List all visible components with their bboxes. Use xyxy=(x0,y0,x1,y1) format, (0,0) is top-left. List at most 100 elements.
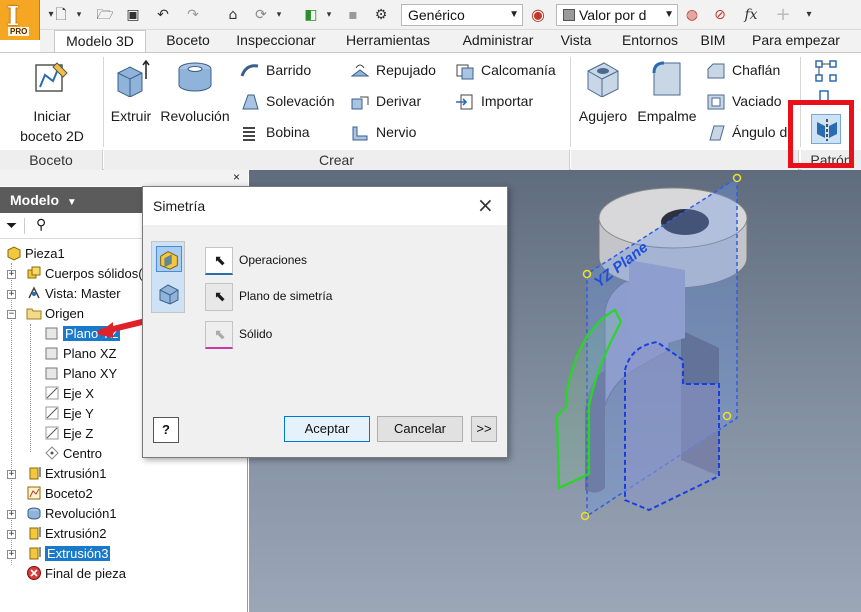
dialog-close-icon[interactable]: × xyxy=(477,193,494,217)
home-icon[interactable]: ⌂ xyxy=(224,6,242,24)
tab-herramientas[interactable]: Herramientas xyxy=(338,30,438,52)
tree-item-end-of-part[interactable]: Final de pieza xyxy=(26,564,126,584)
update-dropdown-icon[interactable]: ▾ xyxy=(270,6,288,24)
app-logo[interactable]: I PRO xyxy=(0,0,40,40)
tree-item-solid-bodies[interactable]: Cuerpos sólidos( xyxy=(26,264,143,284)
expand-icon[interactable]: + xyxy=(7,270,16,279)
fx-parameters-icon[interactable]: fx xyxy=(742,6,760,24)
import-button[interactable]: Importar xyxy=(455,90,533,112)
rectangular-pattern-icon[interactable] xyxy=(814,59,838,83)
settings-gear-icon[interactable]: ⚙ xyxy=(372,6,390,24)
tree-item-revolution-1[interactable]: Revolución1 xyxy=(26,504,117,524)
browser-close-icon[interactable]: × xyxy=(233,171,240,183)
emboss-button[interactable]: Repujado xyxy=(350,59,436,81)
customize-qat-icon[interactable]: ▾ xyxy=(800,6,818,24)
tab-bim[interactable]: BIM xyxy=(696,30,730,52)
shell-icon xyxy=(707,94,725,110)
tab-administrar[interactable]: Administrar xyxy=(452,30,544,52)
new-file-icon[interactable]: 🗋 xyxy=(52,6,70,24)
more-options-button[interactable]: >> xyxy=(471,416,497,442)
sketch-tools-icon[interactable]: ▪ xyxy=(344,6,362,24)
draft-button[interactable]: Ángulo d xyxy=(706,121,787,143)
coil-button[interactable]: Bobina xyxy=(240,121,310,143)
sweep-button[interactable]: Barrido xyxy=(240,59,311,81)
tree-item-plane-xy[interactable]: Plano XY xyxy=(44,364,117,384)
tree-item-part[interactable]: Pieza1 xyxy=(6,244,65,264)
tab-entornos[interactable]: Entornos xyxy=(612,30,688,52)
loft-button[interactable]: Solevación xyxy=(240,90,335,112)
tab-modelo-3d[interactable]: Modelo 3D xyxy=(54,30,146,52)
chamfer-button[interactable]: Chaflán xyxy=(706,59,780,81)
select-icon[interactable]: ◧ xyxy=(302,6,320,24)
solid-select-button[interactable]: ⬉ xyxy=(205,321,233,349)
mode-toggle-group xyxy=(151,241,185,313)
color-wheel-icon[interactable]: ◉ xyxy=(529,6,547,24)
emboss-label: Repujado xyxy=(376,62,436,78)
revolve-button[interactable]: Revolución xyxy=(156,57,234,127)
update-icon[interactable]: ⟳ xyxy=(252,6,270,24)
tree-line xyxy=(30,324,31,452)
help-button[interactable]: ? xyxy=(153,417,179,443)
tree-item-axis-z[interactable]: Eje Z xyxy=(44,424,93,444)
cancel-button[interactable]: Cancelar xyxy=(377,416,463,442)
start-2d-sketch-button[interactable]: Iniciar boceto 2D xyxy=(8,57,96,147)
mirror-solids-icon[interactable] xyxy=(156,280,182,306)
operations-select-button[interactable]: ⬉ xyxy=(205,247,233,275)
sketch-icon xyxy=(35,62,68,92)
ok-button[interactable]: Aceptar xyxy=(284,416,370,442)
shell-button[interactable]: Vaciado xyxy=(706,90,782,112)
rib-icon xyxy=(352,126,368,141)
coil-icon xyxy=(243,127,255,142)
material-select[interactable]: Genérico ▼ xyxy=(401,4,523,26)
add-icon[interactable]: + xyxy=(774,6,792,24)
extrude-button[interactable]: Extruir xyxy=(107,57,155,127)
rib-button[interactable]: Nervio xyxy=(350,121,416,143)
emboss-icon xyxy=(350,64,370,77)
tab-inspeccionar[interactable]: Inspeccionar xyxy=(228,30,324,52)
end-of-part-icon xyxy=(27,566,41,580)
tree-item-sketch-2[interactable]: Boceto2 xyxy=(26,484,93,504)
mirror-plane-select-button[interactable]: ⬉ xyxy=(205,283,233,311)
tree-item-plane-xz[interactable]: Plano XZ xyxy=(44,344,116,364)
tab-boceto[interactable]: Boceto xyxy=(158,30,218,52)
panel-separator xyxy=(570,57,571,147)
clear-appearance-icon[interactable]: ⊘ xyxy=(711,6,729,24)
new-dropdown-arrow-icon[interactable]: ▾ xyxy=(70,6,88,24)
expand-icon[interactable]: + xyxy=(7,510,16,519)
open-folder-icon[interactable]: 🗁 xyxy=(96,6,114,24)
select-arrow-icon: ⬉ xyxy=(214,288,226,304)
coil-label: Bobina xyxy=(266,124,310,140)
save-icon[interactable]: ▣ xyxy=(124,6,142,24)
tree-item-origin[interactable]: Origen xyxy=(26,304,84,324)
mirror-features-icon[interactable] xyxy=(156,246,182,272)
start-sketch-label-1: Iniciar xyxy=(33,108,71,124)
extrusion-icon xyxy=(29,527,41,540)
derive-button[interactable]: Derivar xyxy=(350,90,421,112)
tree-item-center-point[interactable]: Centro xyxy=(44,444,102,464)
tree-item-extrusion-1[interactable]: Extrusión1 xyxy=(26,464,106,484)
select-dropdown-icon[interactable]: ▾ xyxy=(320,6,338,24)
filter-icon[interactable]: ⏷ xyxy=(6,217,17,234)
tree-item-extrusion-3[interactable]: Extrusión3 xyxy=(26,544,111,564)
hole-button[interactable]: Agujero xyxy=(574,57,632,127)
expand-icon[interactable]: + xyxy=(7,290,16,299)
decal-button[interactable]: Calcomanía xyxy=(455,59,556,81)
revolution-tree-icon xyxy=(27,507,41,520)
expand-icon[interactable]: + xyxy=(7,550,16,559)
tab-vista[interactable]: Vista xyxy=(554,30,598,52)
undo-icon[interactable]: ↶ xyxy=(154,6,172,24)
appearance-select[interactable]: Valor por d ▼ xyxy=(556,4,678,26)
browser-title-dropdown-icon: ▼ xyxy=(66,197,77,208)
expand-icon[interactable]: + xyxy=(7,470,16,479)
redo-icon[interactable]: ↷ xyxy=(184,6,202,24)
chamfer-icon xyxy=(707,63,725,79)
expand-icon[interactable]: + xyxy=(7,530,16,539)
fillet-button[interactable]: Empalme xyxy=(634,57,700,127)
tree-item-extrusion-2[interactable]: Extrusión2 xyxy=(26,524,106,544)
tree-item-axis-x[interactable]: Eje X xyxy=(44,384,94,404)
adjust-appearance-icon[interactable]: ◍ xyxy=(683,6,701,24)
find-binoculars-icon[interactable]: ⚲ xyxy=(36,216,46,233)
tree-item-axis-y[interactable]: Eje Y xyxy=(44,404,94,424)
collapse-icon[interactable]: − xyxy=(7,310,16,319)
tab-para-empezar[interactable]: Para empezar xyxy=(744,30,848,52)
